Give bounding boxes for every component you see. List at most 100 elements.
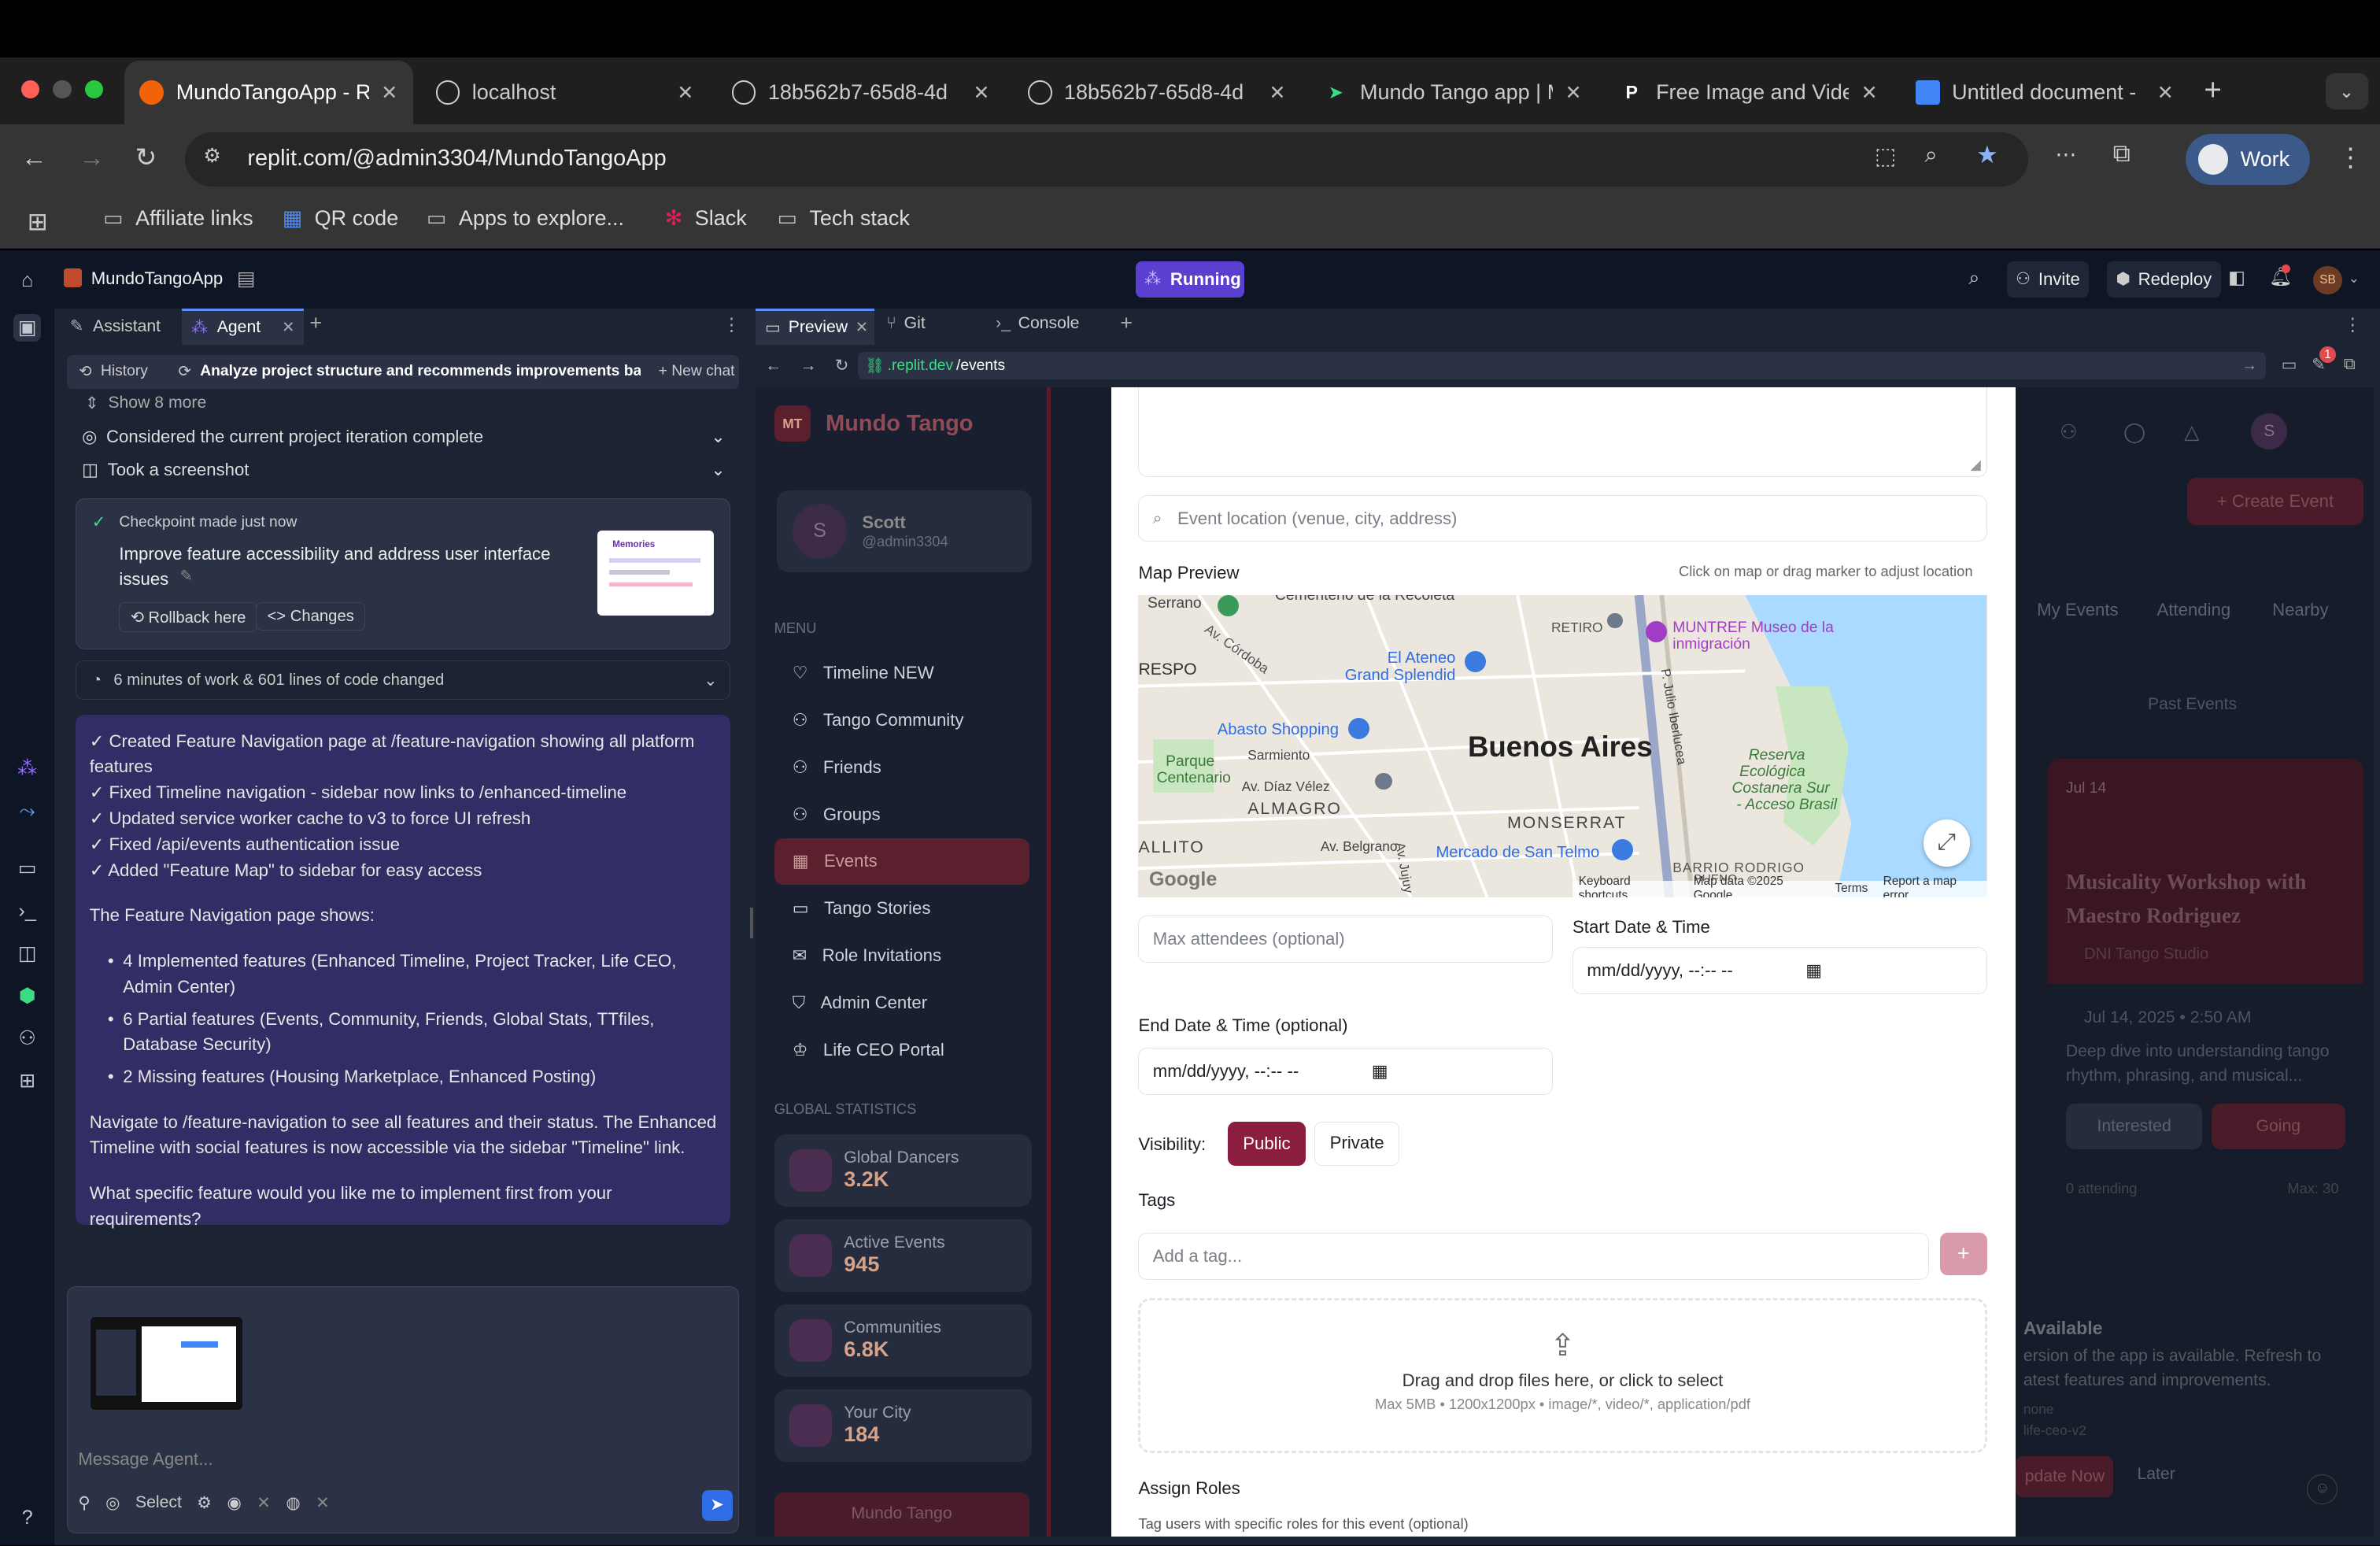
new-chat-button[interactable]: + New chat bbox=[659, 363, 735, 380]
help-icon[interactable]: ? bbox=[13, 1504, 41, 1532]
event-card-image[interactable]: Jul 14 Musicality Workshop with Maestro … bbox=[2047, 759, 2363, 984]
minimize-window-button[interactable] bbox=[53, 80, 72, 99]
preview-url-bar[interactable]: ⛓ .replit.dev /events → bbox=[857, 352, 2267, 380]
update-now-button[interactable]: pdate Now bbox=[2016, 1455, 2113, 1497]
terms-link[interactable]: Terms bbox=[1835, 882, 1868, 896]
site-info-icon[interactable]: ⚙ bbox=[203, 144, 220, 168]
tab-git[interactable]: ⑂ Git bbox=[886, 314, 925, 333]
max-attendees-field[interactable]: Max attendees (optional) bbox=[1138, 915, 1553, 963]
show-more-button[interactable]: ⇕ Show 8 more bbox=[85, 394, 206, 413]
fullscreen-button[interactable]: ⤢ bbox=[1923, 819, 1971, 867]
map-pin-icon[interactable] bbox=[1217, 594, 1239, 616]
search-icon[interactable]: ⌕ bbox=[1968, 267, 1979, 290]
agent-step[interactable]: ◫ Took a screenshot ⌄ bbox=[82, 460, 726, 480]
keyboard-shortcuts-link[interactable]: Keyboard shortcuts bbox=[1579, 875, 1679, 897]
map-preview[interactable]: Serrano Cementerio de la Recoleta RETIRO… bbox=[1138, 594, 1987, 897]
file-dropzone[interactable]: ⇪ Drag and drop files here, or click to … bbox=[1138, 1297, 1987, 1453]
bookmark-item[interactable]: ▭ Apps to explore... bbox=[427, 206, 624, 231]
back-button[interactable]: ← bbox=[21, 142, 47, 172]
project-name[interactable]: MundoTangoApp bbox=[91, 268, 224, 289]
tab-console[interactable]: ›_ Console bbox=[996, 314, 1079, 333]
add-tag-button[interactable]: + bbox=[1939, 1233, 1987, 1275]
attached-screenshot[interactable] bbox=[90, 1317, 242, 1410]
create-event-button[interactable]: + Create Event bbox=[2187, 478, 2363, 526]
close-icon[interactable]: ✕ bbox=[1861, 81, 1878, 105]
map-pin-icon[interactable] bbox=[1607, 613, 1623, 629]
bookmark-item[interactable]: ▭ Affiliate links bbox=[103, 206, 253, 231]
zoom-icon[interactable]: ⌕ bbox=[1924, 142, 1937, 168]
user-avatar[interactable]: SB bbox=[2313, 265, 2342, 295]
puzzle-icon[interactable]: ⧉ bbox=[2113, 139, 2131, 168]
kebab-menu-icon[interactable]: ⋮ bbox=[2344, 314, 2362, 335]
extensions-menu-icon[interactable]: ⋯ bbox=[2055, 142, 2076, 167]
invite-button[interactable]: ⚇ Invite bbox=[2006, 261, 2090, 298]
agent-icon[interactable]: ⁂ bbox=[13, 755, 41, 782]
mt-nav-item[interactable]: ▭ Tango Stories bbox=[774, 885, 1029, 932]
browser-tab[interactable]: MundoTangoApp - Re ✕ bbox=[124, 61, 413, 125]
close-icon[interactable]: ✕ bbox=[316, 1493, 330, 1513]
calendar-icon[interactable]: ▦ bbox=[1805, 960, 1822, 981]
layout-icon[interactable]: ▤ bbox=[237, 267, 256, 290]
forward-button[interactable]: → bbox=[79, 142, 105, 172]
users-icon[interactable]: ⚇ bbox=[13, 1025, 41, 1052]
database-icon[interactable]: ◫ bbox=[13, 940, 41, 967]
bookmark-item[interactable]: ✻ Slack bbox=[665, 206, 747, 231]
apps-grid-icon[interactable]: ⊞ bbox=[28, 208, 48, 236]
close-icon[interactable]: ✕ bbox=[973, 81, 989, 105]
tab-nearby[interactable]: Nearby bbox=[2272, 600, 2328, 620]
workflow-icon[interactable]: ⤳ bbox=[13, 797, 41, 825]
terminal-icon[interactable]: ›_ bbox=[13, 897, 41, 925]
devices-icon[interactable]: ▭ bbox=[2282, 355, 2297, 375]
description-textarea[interactable] bbox=[1138, 386, 1987, 477]
edit-icon[interactable]: ✎ bbox=[180, 567, 193, 586]
mt-nav-item[interactable]: ♡ Timeline NEW bbox=[774, 649, 1029, 697]
new-tab-button[interactable]: + bbox=[2204, 73, 2222, 108]
close-icon[interactable]: ✕ bbox=[1269, 81, 1286, 105]
all-tools-icon[interactable]: ⊞ bbox=[13, 1067, 41, 1095]
calendar-icon[interactable]: ▦ bbox=[1372, 1061, 1388, 1082]
mt-nav-item[interactable]: ⚇ Groups bbox=[774, 791, 1029, 838]
message-input[interactable]: Message Agent... bbox=[78, 1449, 213, 1470]
start-datetime-input[interactable]: mm/dd/yyyy, --:-- -- ▦ bbox=[1572, 947, 1987, 995]
map-pin-icon[interactable] bbox=[1645, 620, 1667, 642]
location-field[interactable]: ⌕ Event location (venue, city, address) bbox=[1138, 494, 1987, 542]
tab-agent[interactable]: ⁂ Agent ✕ bbox=[182, 308, 304, 345]
bell-icon[interactable]: △ bbox=[2184, 420, 2199, 444]
mt-nav-item[interactable]: ⚇ Tango Community bbox=[774, 697, 1029, 744]
close-icon[interactable]: ✕ bbox=[2157, 81, 2174, 105]
kebab-menu-icon[interactable]: ⋮ bbox=[722, 314, 741, 335]
close-icon[interactable]: ✕ bbox=[257, 1493, 271, 1513]
mt-nav-item[interactable]: ⛉ Admin Center bbox=[774, 979, 1029, 1026]
profile-button[interactable]: Work bbox=[2186, 133, 2311, 186]
select-icon[interactable]: ◎ bbox=[105, 1493, 120, 1513]
browser-tab[interactable]: 18b562b7-65d8-4d ✕ bbox=[1012, 61, 1300, 124]
bookmark-item[interactable]: ▭ Tech stack bbox=[777, 206, 910, 231]
install-icon[interactable]: ⬚ bbox=[1875, 142, 1896, 170]
history-icon[interactable]: ⟲ bbox=[79, 362, 91, 381]
settings-sliders-icon[interactable]: ⚙ bbox=[197, 1493, 212, 1513]
bookmark-item[interactable]: ▦ QR code bbox=[283, 206, 399, 231]
report-map-error-link[interactable]: Report a map error bbox=[1883, 875, 1981, 897]
panel-resize-handle[interactable] bbox=[749, 908, 753, 938]
mt-nav-item[interactable]: ♔ Life CEO Portal bbox=[774, 1026, 1029, 1074]
home-icon[interactable]: ⌂ bbox=[13, 267, 41, 294]
close-icon[interactable]: ✕ bbox=[282, 318, 294, 337]
close-icon[interactable]: ✕ bbox=[677, 81, 693, 105]
public-button[interactable]: Public bbox=[1228, 1122, 1306, 1167]
address-bar[interactable]: ⚙ replit.com/@admin3304/MundoTangoApp ⬚ … bbox=[185, 131, 2028, 187]
browser-tab[interactable]: 18b562b7-65d8-4d ✕ bbox=[716, 61, 1004, 124]
mt-nav-item[interactable]: ⚇ Friends bbox=[774, 744, 1029, 791]
tag-input[interactable]: Add a tag... bbox=[1138, 1233, 1930, 1280]
monitor-icon[interactable]: ▭ bbox=[13, 855, 41, 882]
history-button[interactable]: History bbox=[101, 363, 148, 380]
mt-nav-item-active[interactable]: ▦ Events bbox=[774, 838, 1029, 886]
add-tab-button[interactable]: + bbox=[1120, 311, 1133, 335]
private-button[interactable]: Private bbox=[1314, 1122, 1400, 1167]
files-icon[interactable]: ▣ bbox=[13, 314, 42, 342]
users-icon[interactable]: ⚇ bbox=[2060, 420, 2077, 444]
mt-avatar[interactable]: S bbox=[2251, 412, 2288, 449]
run-status-button[interactable]: ⁂ Running bbox=[1135, 261, 1245, 298]
tab-assistant[interactable]: ✎ Assistant bbox=[70, 314, 161, 338]
open-arrow-icon[interactable]: → bbox=[2242, 357, 2257, 375]
tab-my-events[interactable]: My Events bbox=[2037, 600, 2118, 620]
